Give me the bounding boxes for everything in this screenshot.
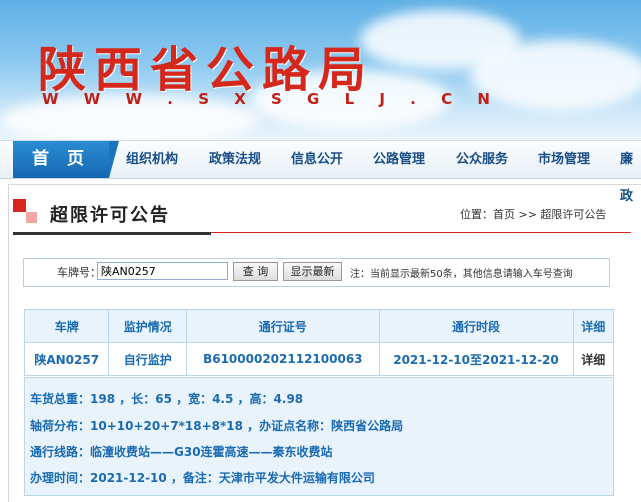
plate-input[interactable]: [97, 262, 228, 280]
nav-item-org[interactable]: 组织机构: [126, 141, 178, 178]
nav-item-market[interactable]: 市场管理: [538, 141, 590, 178]
column-header: 通行时段: [378, 309, 574, 343]
table-row: 陕AN0257 自行监护 B610000202112100063 2021-12…: [23, 342, 614, 376]
cell-plate: 陕AN0257: [23, 342, 110, 376]
section-title: 超限许可公告: [50, 205, 170, 226]
section-icon: [13, 199, 26, 212]
cell-escort: 自行监护: [108, 342, 188, 376]
cell-period: 2021-12-10至2021-12-20: [378, 342, 574, 376]
detail-weight-dimensions: 车货总重：198 ，长：65 ，宽：4.5 ，高：4.98: [30, 392, 304, 406]
breadcrumb: 位置：首页 >> 超限许可公告: [460, 208, 607, 221]
title-divider: [211, 232, 631, 233]
query-button[interactable]: 查 询: [233, 262, 278, 281]
nav-home[interactable]: 首 页: [13, 141, 119, 178]
header-banner: 陕西省公路局 W W W . S X S G L J . C N: [0, 0, 641, 140]
nav-item-policy[interactable]: 政策法规: [209, 141, 261, 178]
main-nav: 首 页 组织机构 政策法规 信息公开 公路管理 公众服务 市场管理 廉政: [0, 140, 641, 204]
nav-item-public[interactable]: 公众服务: [456, 141, 508, 178]
show-latest-button[interactable]: 显示最新: [283, 262, 342, 281]
column-header: 车牌: [23, 309, 110, 343]
detail-processing: 办理时间：2021-12-10 ，备注：天津市平发大件运输有限公司: [30, 471, 375, 485]
table-header-row: 车牌 监护情况 通行证号 通行时段 详细: [23, 309, 614, 343]
plate-label: 车牌号：: [57, 266, 101, 279]
detail-axle-load: 轴荷分布：10+10+20+7*18+8*18 ，办证点名称：陕西省公路局: [30, 419, 404, 433]
site-url: W W W . S X S G L J . C N: [42, 90, 500, 108]
column-header: 监护情况: [108, 309, 188, 343]
nav-item-info[interactable]: 信息公开: [291, 141, 343, 178]
search-note: 注：当前显示最新50条，其他信息请输入车号查询: [350, 269, 573, 280]
column-header: 详细: [572, 309, 614, 343]
section-icon-accent: [26, 212, 37, 223]
cell-permit-no: B610000202112100063: [186, 342, 380, 376]
permit-table: 车牌 监护情况 通行证号 通行时段 详细 陕AN0257 自行监护 B61000…: [23, 309, 614, 376]
nav-item-road[interactable]: 公路管理: [373, 141, 425, 178]
title-underline: [13, 232, 211, 235]
detail-route: 通行线路：临潼收费站——G30连霍高速——秦东收费站: [30, 445, 333, 459]
column-header: 通行证号: [186, 309, 380, 343]
detail-link[interactable]: 详细: [572, 342, 614, 376]
